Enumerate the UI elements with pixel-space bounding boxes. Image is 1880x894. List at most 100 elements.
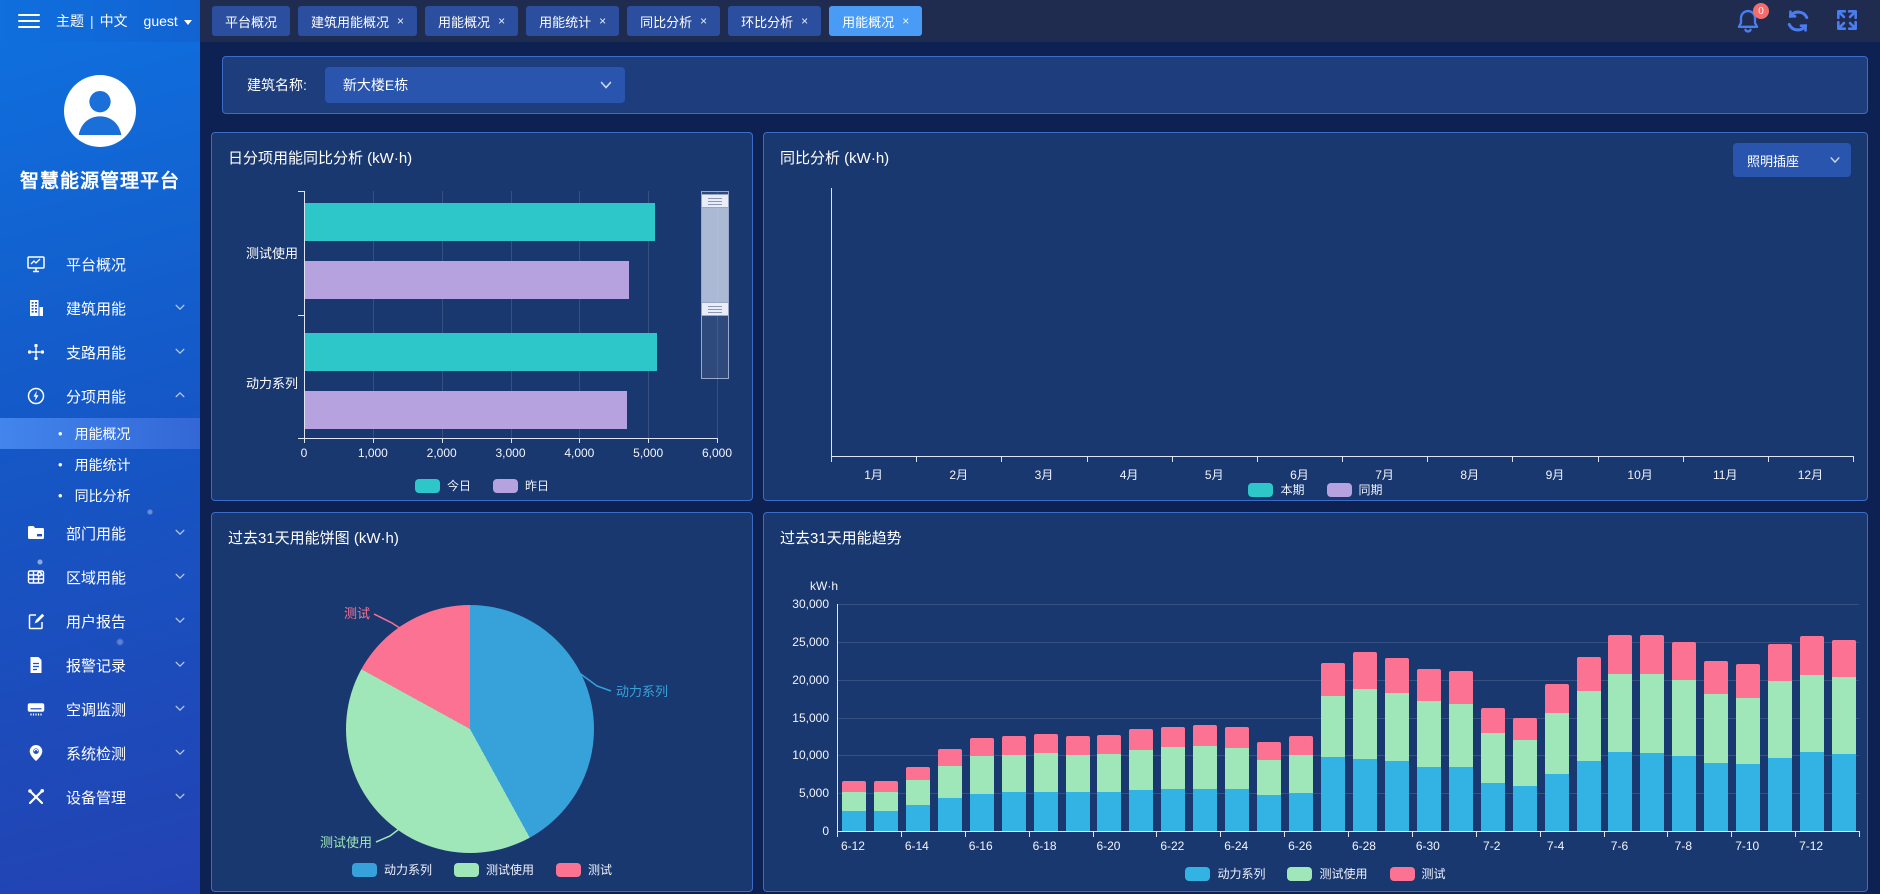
bar-segment-测试 [1385,658,1409,693]
tab-close-icon[interactable]: × [801,14,808,28]
bar-column-6-29 [1381,604,1413,831]
legend-item-测试使用[interactable]: 测试使用 [1287,865,1367,882]
tab-同比分析[interactable]: 同比分析× [627,6,720,36]
sidebar-item-分项用能[interactable]: 分项用能 [0,374,200,418]
x-axis-tick-label: 6-14 [905,839,929,853]
bar-segment-动力系列 [1577,761,1601,831]
sidebar-item-空调监测[interactable]: 空调监测 [0,687,200,731]
bar-segment-动力系列 [1097,792,1121,831]
tab-平台概况[interactable]: 平台概况 [212,6,290,36]
bar-segment-测试使用 [1193,746,1217,789]
legend-item-同期[interactable]: 同期 [1327,481,1383,498]
bar-segment-测试 [1193,725,1217,745]
bar-stack [1417,669,1441,831]
legend-item-今日[interactable]: 今日 [415,477,471,494]
y-axis-tick-label: 30,000 [764,597,829,611]
bullet-icon: • [58,426,63,441]
legend-item-测试使用[interactable]: 测试使用 [454,861,534,878]
theme-link[interactable]: 主题 [56,13,84,29]
sidebar-subitem-用能统计[interactable]: •用能统计 [0,449,200,480]
bar-stack [1577,657,1601,831]
pie-label-test: 测试 [344,606,370,621]
legend-item-测试[interactable]: 测试 [1390,865,1446,882]
sidebar-item-区域用能[interactable]: 区域用能 [0,555,200,599]
bar-stack [1289,736,1313,831]
fullscreen-icon[interactable] [1834,7,1862,35]
chevron-down-icon [174,745,186,762]
bar-segment-测试 [1002,736,1026,755]
building-select-dropdown[interactable]: 新大楼E栋 [325,67,625,103]
bar-column-6-22 [1157,604,1189,831]
bar-segment-测试使用 [1066,755,1090,793]
legend-item-昨日[interactable]: 昨日 [493,477,549,494]
sidebar-item-支路用能[interactable]: 支路用能 [0,330,200,374]
sidebar-item-建筑用能[interactable]: 建筑用能 [0,286,200,330]
tab-close-icon[interactable]: × [498,14,505,28]
sidebar-item-报警记录[interactable]: 报警记录 [0,643,200,687]
tab-close-icon[interactable]: × [397,14,404,28]
data-zoom-handle[interactable] [701,194,729,208]
category-select-dropdown[interactable]: 照明插座 [1733,143,1851,177]
sidebar-item-部门用能[interactable]: 部门用能 [0,511,200,555]
bar-stack [1225,727,1249,831]
tab-close-icon[interactable]: × [599,14,606,28]
bar-segment-动力系列 [1768,758,1792,831]
bar-segment-测试使用 [1289,755,1313,793]
refresh-icon[interactable] [1784,7,1812,35]
sidebar-item-label: 设备管理 [66,787,174,808]
data-zoom-selection[interactable] [702,194,728,316]
notification-badge: 0 [1753,3,1769,19]
bar-stack [1704,661,1728,831]
bar-segment-测试 [970,738,994,756]
tab-用能概况[interactable]: 用能概况× [829,6,922,36]
bar-column-6-24 [1221,604,1253,831]
panel-yoy-title: 同比分析 (kW·h) [780,147,889,168]
bar-column-6-13 [870,604,902,831]
user-menu[interactable]: guest [144,13,192,29]
bar-segment-测试使用 [1002,755,1026,793]
language-link[interactable]: 中文 [100,13,128,29]
monitor-icon [26,254,46,274]
building-icon [26,298,46,318]
bar-segment-测试使用 [874,792,898,812]
bar-stack [1768,644,1792,831]
sidebar-subitem-同比分析[interactable]: •同比分析 [0,480,200,511]
notification-bell-icon[interactable]: 0 [1734,7,1762,35]
tab-环比分析[interactable]: 环比分析× [728,6,821,36]
trend-31d-chart: 05,00010,00015,00020,00025,00030,000kW·h… [764,513,1867,891]
x-axis-tick-label: 7-10 [1735,839,1759,853]
tab-用能统计[interactable]: 用能统计× [526,6,619,36]
sidebar-item-平台概况[interactable]: 平台概况 [0,242,200,286]
bar-segment-测试 [1577,657,1601,691]
sidebar-subitem-用能概况[interactable]: •用能概况 [0,418,200,449]
user-name: guest [144,13,178,29]
bar-segment-测试使用 [1161,747,1185,789]
building-select-value: 新大楼E栋 [343,75,599,95]
data-zoom-slider[interactable] [701,191,729,379]
building-filter-bar: 建筑名称: 新大楼E栋 [222,56,1868,114]
bar-column-6-16 [966,604,998,831]
bar-segment-测试使用 [1449,704,1473,767]
legend-item-测试[interactable]: 测试 [556,861,612,878]
bar-segment-动力系列 [1832,754,1856,831]
legend-item-本期[interactable]: 本期 [1248,481,1304,498]
tab-建筑用能概况[interactable]: 建筑用能概况× [298,6,417,36]
bar-column-7-13 [1828,604,1860,831]
data-zoom-handle[interactable] [701,302,729,316]
tab-close-icon[interactable]: × [902,14,909,28]
bar-stack [1545,684,1569,831]
legend-item-动力系列[interactable]: 动力系列 [1185,865,1265,882]
sidebar-item-用户报告[interactable]: 用户报告 [0,599,200,643]
sidebar-item-系统检测[interactable]: 系统检测 [0,731,200,775]
sidebar-item-设备管理[interactable]: 设备管理 [0,775,200,819]
hamburger-menu-icon[interactable] [18,14,40,28]
bar-stack [1034,734,1058,831]
sidebar-item-label: 分项用能 [66,386,174,407]
bar-segment-测试 [1832,640,1856,678]
bar-stack [1321,663,1345,831]
legend-item-动力系列[interactable]: 动力系列 [352,861,432,878]
legend-label: 同期 [1359,481,1383,498]
tab-close-icon[interactable]: × [700,14,707,28]
tab-用能概况[interactable]: 用能概况× [425,6,518,36]
y-axis-tick-label: 20,000 [764,673,829,687]
